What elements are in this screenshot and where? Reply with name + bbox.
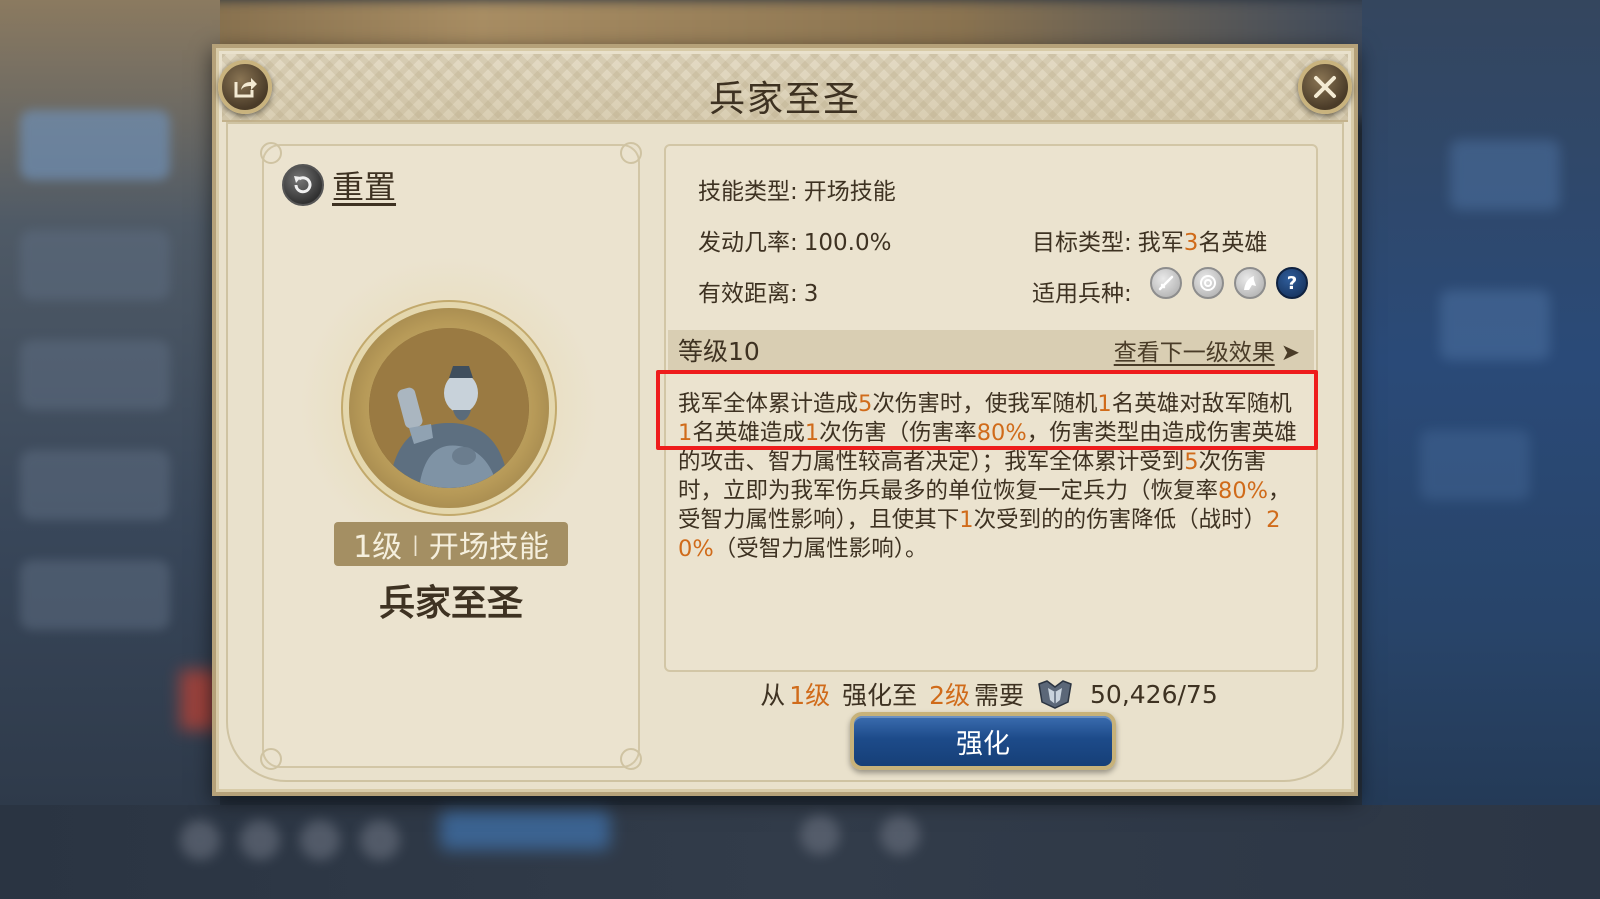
upgrade-cost: 50,426/75 <box>1090 679 1218 709</box>
skill-level: 1级 <box>353 530 403 565</box>
skill-name: 兵家至圣 <box>378 583 523 624</box>
description-text: 我军全体累计造成 <box>678 391 859 417</box>
trigger-rate-row: 发动几率: 100.0% <box>698 223 891 257</box>
troop-type-row: 适用兵种: <box>1032 274 1132 308</box>
target-type-label: 目标类型: <box>1032 230 1132 256</box>
strengthen-button[interactable]: 强化 <box>850 712 1116 770</box>
reset-icon <box>282 164 324 206</box>
chevron-right-icon: ➤ <box>1280 340 1300 366</box>
description-highlight-value: 1 <box>959 507 974 533</box>
skill-level-tag: 1级 | 开场技能 <box>334 522 568 566</box>
upgrade-to-level: 2级 <box>929 681 970 710</box>
target-prefix: 我军 <box>1137 230 1184 256</box>
skill-type-tag: 开场技能 <box>428 530 549 565</box>
dialog-header: 兵家至圣 <box>222 54 1348 122</box>
description-text: 次伤害时，使我军随机 <box>872 391 1098 417</box>
range-label: 有效距离: <box>698 281 798 307</box>
share-button[interactable] <box>218 60 272 114</box>
close-button[interactable] <box>1298 60 1352 114</box>
description-highlight-value: 5 <box>858 391 873 417</box>
skill-info-card: 技能类型: 开场技能 发动几率: 100.0% 有效距离: 3 目标类型: 我军3名英雄… <box>664 144 1318 672</box>
description-text: 次伤害（伤害率 <box>819 420 977 446</box>
troop-icons: ? <box>1150 267 1308 299</box>
share-icon <box>234 78 257 98</box>
view-next-level-link[interactable]: 查看下一级效果 ➤ <box>1114 333 1300 367</box>
skill-type-value: 开场技能 <box>803 179 896 205</box>
upgrade-from-prefix: 从 <box>760 681 786 710</box>
skill-detail-dialog: 兵家至圣 重置 1级 | 开场技能 兵家至圣 技能类型: 开场技能 发动几率: … <box>212 44 1358 796</box>
description-text: 名英雄对敌军随机 <box>1111 391 1292 417</box>
current-level: 等级10 <box>678 337 760 366</box>
dialog-title: 兵家至圣 <box>708 79 861 120</box>
trigger-rate-label: 发动几率: <box>698 230 798 256</box>
upgrade-from-level: 1级 <box>789 681 831 710</box>
description-text: 次受到的的伤害降低（战时） <box>973 507 1267 533</box>
target-type-row: 目标类型: 我军3名英雄 <box>1032 223 1267 257</box>
range-value: 3 <box>803 281 819 307</box>
upgrade-requirement: 从 1级 强化至 2级 需要 50,426/75 <box>664 676 1314 712</box>
cavalry-icon <box>1234 267 1266 299</box>
skill-description: 我军全体累计造成5次伤害时，使我军随机1名英雄对敌军随机1名英雄造成1次伤害（伤… <box>678 390 1304 564</box>
troop-type-label: 适用兵种: <box>1032 281 1132 307</box>
description-highlight-value: 1 <box>1097 391 1112 417</box>
reset-button[interactable]: 重置 <box>282 162 396 208</box>
skill-portrait-card: 重置 1级 | 开场技能 兵家至圣 <box>260 142 642 770</box>
description-text: 名英雄造成 <box>692 420 805 446</box>
description-highlight-value: 80% <box>976 420 1027 446</box>
sword-icon <box>1150 267 1182 299</box>
question-icon[interactable]: ? <box>1276 267 1308 299</box>
upgrade-suffix: 需要 <box>974 681 1025 710</box>
description-highlight-value: 1 <box>804 420 820 446</box>
tag-separator: | <box>412 532 419 556</box>
description-highlight-value: 5 <box>1184 449 1199 475</box>
description-text: （受智力属性影响）。 <box>713 536 928 562</box>
target-suffix: 名英雄 <box>1198 230 1268 256</box>
close-icon <box>1314 76 1336 98</box>
hero-portrait-image <box>369 328 529 488</box>
description-highlight-value: 1 <box>678 420 693 446</box>
target-count: 3 <box>1183 230 1199 256</box>
trigger-rate-value: 100.0% <box>803 230 892 256</box>
strengthen-button-label: 强化 <box>956 728 1010 760</box>
description-highlight-value: 80% <box>1218 478 1269 504</box>
reset-label: 重置 <box>332 168 397 206</box>
level-bar: 等级10 查看下一级效果 ➤ <box>668 330 1314 370</box>
skill-token-icon <box>1038 680 1072 709</box>
upgrade-middle: 强化至 <box>834 681 926 710</box>
skill-type-row: 技能类型: 开场技能 <box>698 172 896 206</box>
skill-emblem <box>349 308 549 508</box>
range-row: 有效距离: 3 <box>698 274 818 308</box>
skill-type-label: 技能类型: <box>698 179 798 205</box>
bow-target-icon <box>1192 267 1224 299</box>
